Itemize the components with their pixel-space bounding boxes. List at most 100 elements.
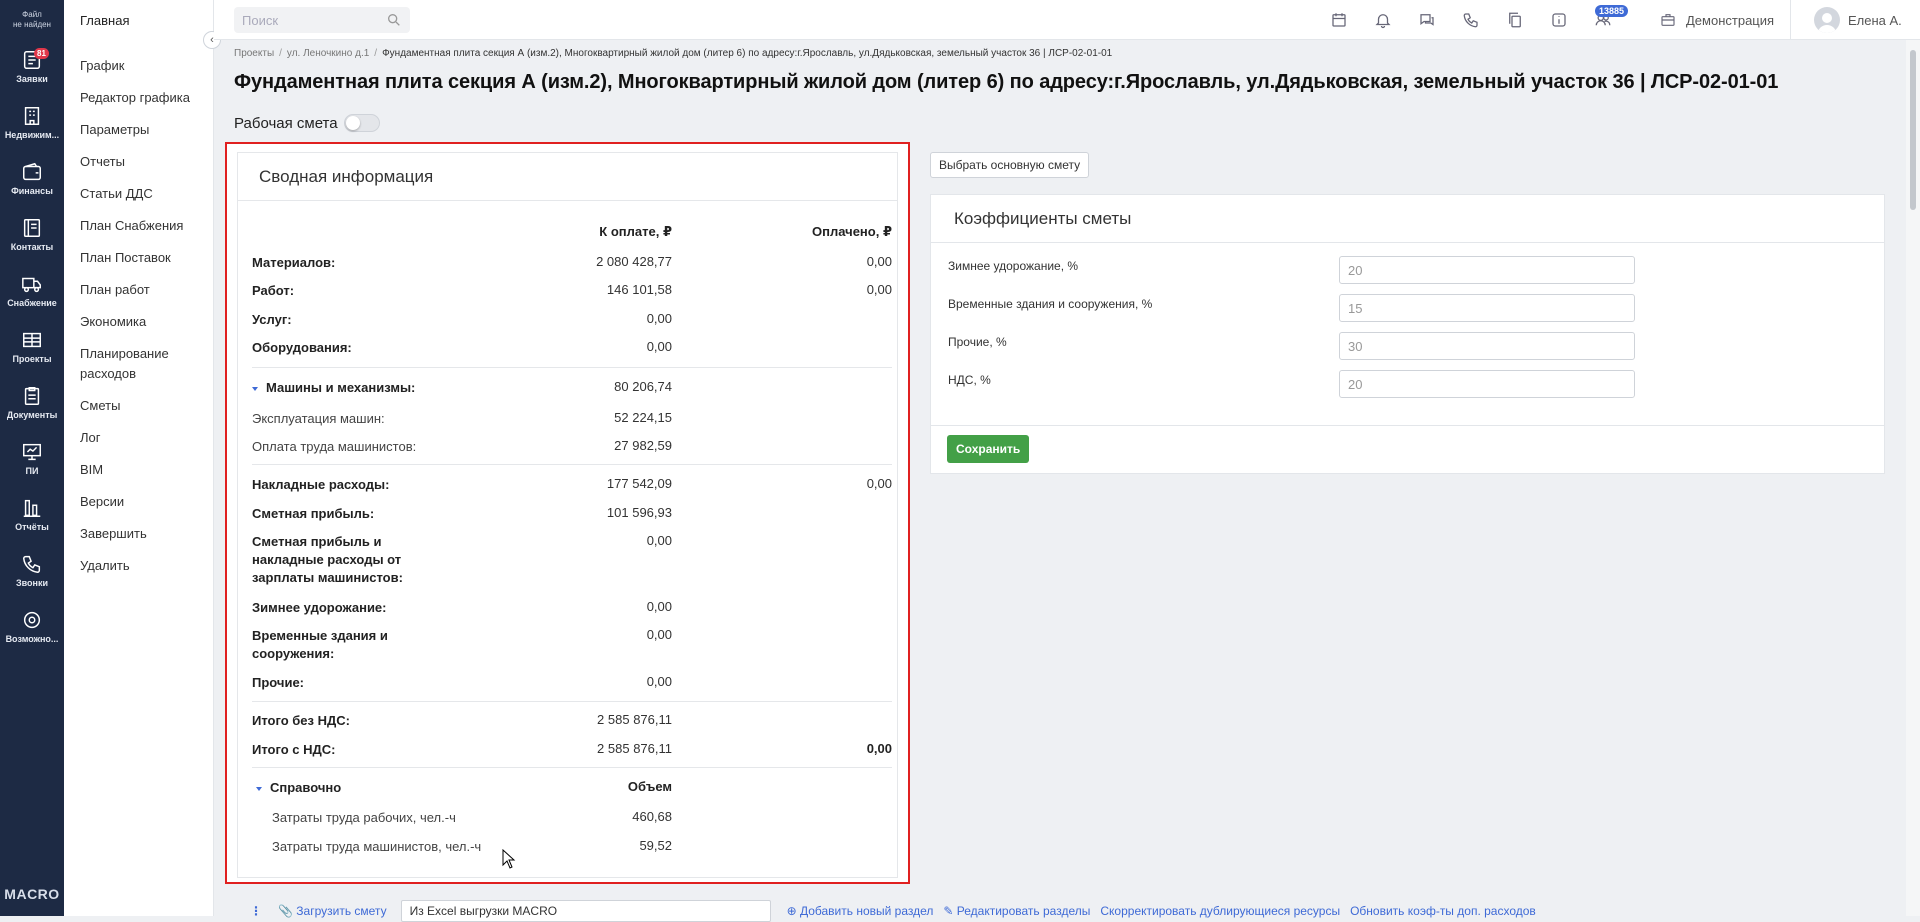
section-nav: Главная ‹ График Редактор графика Параме…	[64, 0, 221, 916]
temp-buildings-field[interactable]	[1339, 294, 1635, 322]
vat-field[interactable]	[1339, 370, 1635, 398]
rail-item-calls[interactable]: Звонки	[0, 544, 64, 596]
nav-item-supply-plan[interactable]: План Снабжения	[64, 216, 213, 236]
row-to-pay: 2 585 876,11	[597, 741, 672, 756]
rail-label: Звонки	[15, 577, 49, 588]
field-label-temp: Временные здания и сооружения, %	[948, 297, 1153, 311]
page-scrollbar[interactable]	[1906, 40, 1920, 916]
breadcrumb-projects[interactable]: Проекты	[234, 48, 274, 59]
chat-button[interactable]	[1416, 9, 1438, 31]
pick-main-estimate-button[interactable]: Выбрать основную смету	[930, 152, 1090, 178]
rail-item-requests[interactable]: 81 Заявки	[0, 40, 64, 92]
info-button[interactable]	[1548, 9, 1570, 31]
save-button[interactable]: Сохранить	[947, 435, 1030, 463]
row-to-pay: 27 982,59	[614, 438, 672, 453]
calendar-icon	[1332, 13, 1346, 27]
breadcrumb-street[interactable]: ул. Леночкино д.1	[287, 48, 369, 59]
nav-item-economics[interactable]: Экономика	[64, 312, 213, 332]
projects-icon	[23, 332, 41, 347]
row-paid: 0,00	[866, 476, 892, 491]
rail-item-realty[interactable]: Недвижим...	[0, 96, 64, 148]
bell-icon	[1375, 14, 1391, 29]
demo-label: Демонстрация	[1686, 12, 1775, 28]
file-label-1: Файл	[22, 10, 42, 19]
row-label: Сметная прибыль и накладные расходы от з…	[252, 534, 403, 585]
user-menu[interactable]: Елена А.	[1814, 0, 1902, 40]
nav-item-schedule-editor[interactable]: Редактор графика	[64, 88, 213, 108]
rail-label: ПИ	[25, 465, 39, 476]
top-bar: 13885 Демонстрация Елена А.	[214, 0, 1920, 40]
row-label: Эксплуатация машин:	[252, 411, 385, 426]
chevron-down-icon[interactable]	[252, 386, 258, 391]
nav-item-finish[interactable]: Завершить	[64, 524, 213, 544]
divider	[931, 425, 1884, 426]
other-field[interactable]	[1339, 332, 1635, 360]
nav-item-schedule[interactable]: График	[64, 56, 213, 76]
rail-item-documents[interactable]: Документы	[0, 376, 64, 428]
notifications-count: 13885	[1595, 5, 1629, 17]
rail-item-contacts[interactable]: Контакты	[0, 208, 64, 260]
row-to-pay: 101 596,93	[606, 505, 672, 520]
chevron-down-icon[interactable]	[256, 786, 262, 791]
icon-rail: Файл не найден 81 Заявки Недвижим... Фина…	[0, 0, 64, 916]
row-label: Справочно	[270, 780, 342, 795]
search-input[interactable]	[242, 12, 382, 28]
row-value: 460,68	[632, 809, 672, 824]
nav-item-parameters[interactable]: Параметры	[64, 120, 213, 140]
col-to-pay: К оплате, ₽	[599, 224, 672, 239]
phone-icon	[23, 555, 41, 573]
row-label: Материалов:	[252, 255, 336, 270]
nav-item-bim[interactable]: BIM	[64, 460, 213, 480]
row-label: Сметная прибыль:	[252, 506, 375, 521]
monitor-icon	[23, 443, 41, 460]
source-select[interactable]: Из Excel выгрузки MACRO	[400, 900, 771, 922]
copy-button[interactable]	[1504, 9, 1526, 31]
rail-item-projects[interactable]: Проекты	[0, 320, 64, 372]
rail-item-finance[interactable]: Финансы	[0, 152, 64, 204]
calls-button[interactable]	[1460, 9, 1482, 31]
search-icon[interactable]	[386, 12, 402, 28]
nav-item-delete[interactable]: Удалить	[64, 556, 213, 576]
row-label-wrap: Машины и механизмы:	[252, 379, 492, 397]
row-label: Машины и механизмы:	[266, 380, 416, 395]
rail-item-supply[interactable]: Снабжение	[0, 264, 64, 316]
row-label: Итого с НДС:	[252, 742, 336, 757]
nav-item-reports[interactable]: Отчеты	[64, 152, 213, 172]
rail-label: Проекты	[12, 353, 52, 364]
nav-item-cashflow[interactable]: Статьи ДДС	[64, 184, 213, 204]
rail-item-reports[interactable]: Отчёты	[0, 488, 64, 540]
nav-item-estimates[interactable]: Сметы	[64, 396, 213, 416]
contacts-icon	[23, 218, 41, 237]
rail-item-pi[interactable]: ПИ	[0, 432, 64, 484]
briefcase-icon	[1661, 14, 1675, 26]
rail-item-features[interactable]: Возможно...	[0, 600, 64, 652]
nav-home[interactable]: Главная	[64, 0, 213, 40]
row-paid: 0,00	[866, 741, 892, 756]
coefficients-card: Коэффициенты сметы Зимнее удорожание, % …	[930, 194, 1885, 474]
field-label-other: Прочие, %	[948, 335, 1007, 349]
breadcrumb-separator: /	[279, 48, 282, 59]
copy-icon	[1509, 12, 1521, 28]
scrollbar-thumb[interactable]	[1910, 50, 1916, 210]
divider	[252, 464, 892, 465]
rail-label: Заявки	[16, 73, 48, 84]
file-not-found[interactable]: Файл не найден	[0, 0, 64, 40]
row-to-pay: 0,00	[646, 674, 672, 689]
nav-item-work-plan[interactable]: План работ	[64, 280, 213, 300]
row-label: Прочие:	[252, 675, 304, 690]
winter-field[interactable]	[1339, 256, 1635, 284]
documents-icon	[24, 386, 40, 405]
work-estimate-switch[interactable]	[343, 114, 380, 132]
nav-item-log[interactable]: Лог	[64, 428, 213, 448]
coefficients-title: Коэффициенты сметы	[931, 195, 1884, 243]
wallet-icon	[23, 162, 41, 180]
nav-item-versions[interactable]: Версии	[64, 492, 213, 512]
demo-switch[interactable]: Демонстрация	[1660, 0, 1792, 40]
nav-item-delivery-plan[interactable]: План Поставок	[64, 248, 213, 268]
nav-list: График Редактор графика Параметры Отчеты…	[64, 40, 213, 576]
nav-item-expense-planning[interactable]: Планирование расходов	[64, 344, 213, 384]
col-volume: Объем	[627, 779, 672, 794]
calendar-button[interactable]	[1328, 9, 1350, 31]
notifications-button[interactable]	[1372, 9, 1394, 31]
breadcrumb-separator: /	[374, 48, 378, 59]
